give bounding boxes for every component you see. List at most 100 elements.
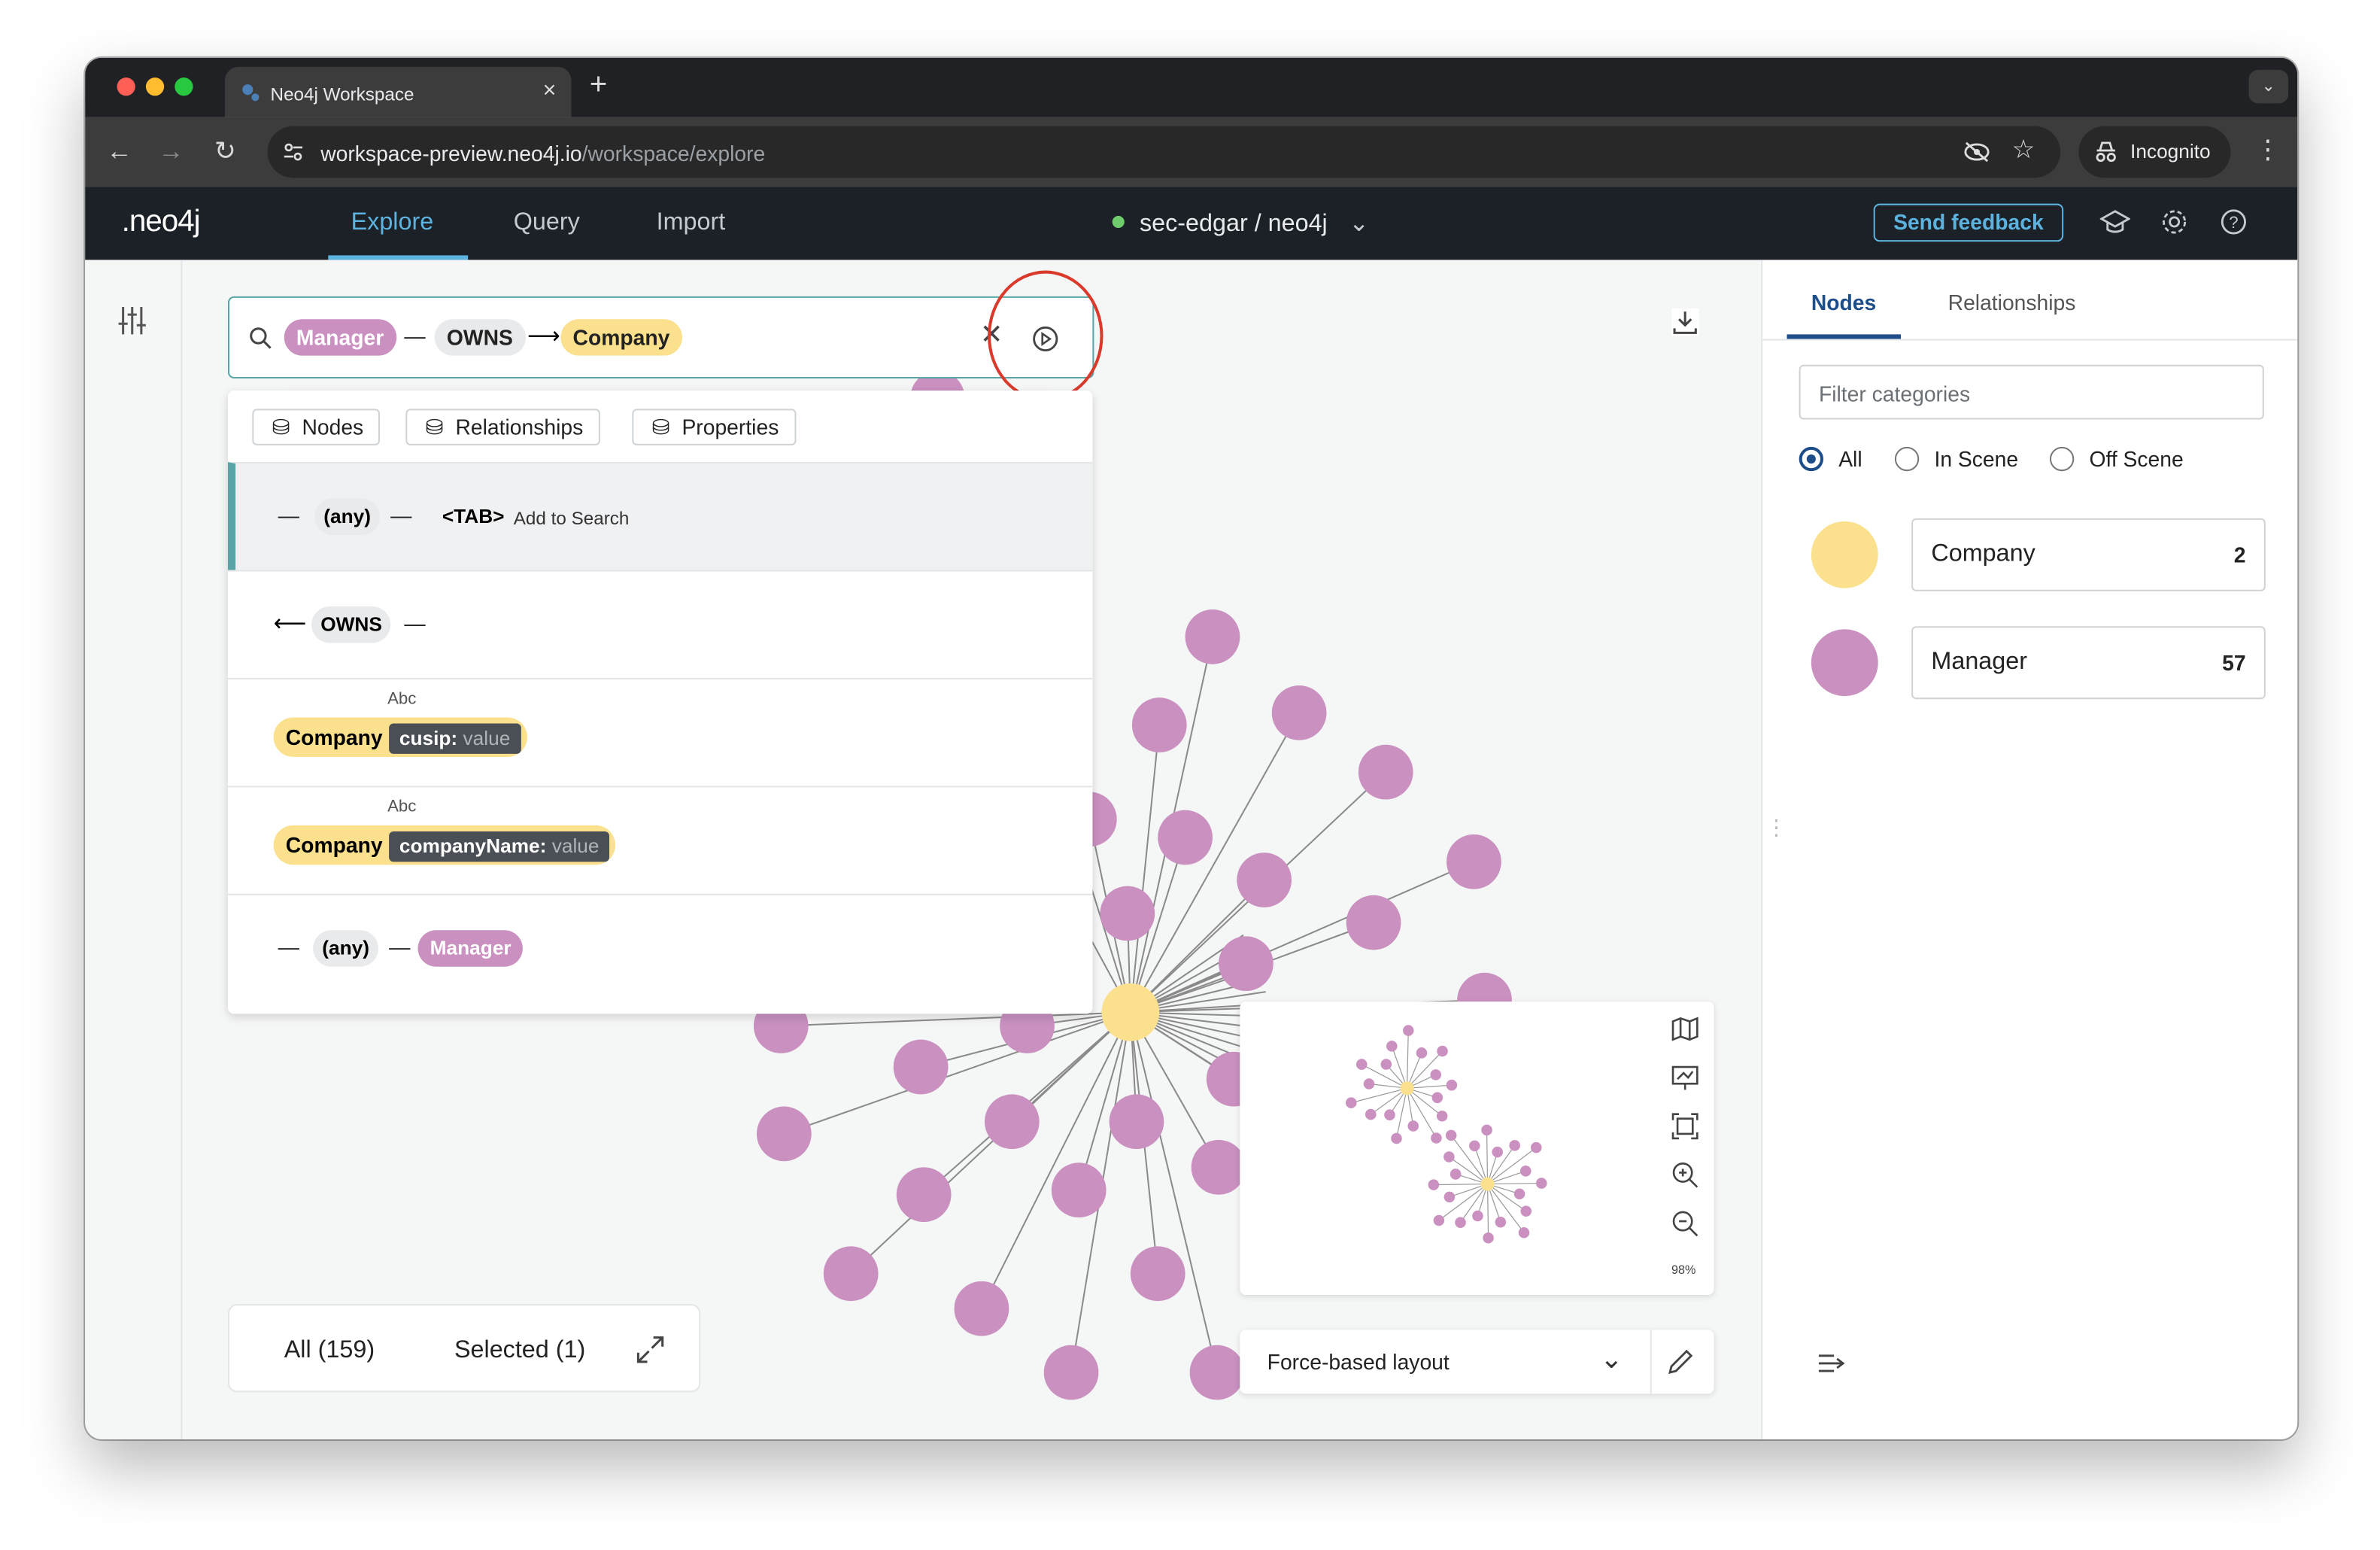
relationship-edge[interactable] [1129, 1012, 1219, 1373]
eye-off-icon[interactable] [1963, 140, 1990, 164]
category-manager[interactable]: Manager 57 [1911, 626, 2266, 700]
browser-menu-icon[interactable]: ⋮ [2255, 135, 2281, 166]
help-icon[interactable]: ? [2220, 208, 2247, 236]
radio-off-scene[interactable]: Off Scene [2049, 446, 2184, 472]
url-host: workspace-preview.neo4j.io [320, 141, 582, 166]
manager-node[interactable] [954, 1281, 1009, 1336]
manager-node[interactable] [896, 1167, 952, 1223]
filter-properties-button[interactable]: ⛁ Properties [632, 409, 796, 445]
manager-node[interactable] [1051, 1162, 1107, 1218]
url-path: /workspace/explore [581, 141, 766, 166]
browser-tab[interactable]: Neo4j Workspace × [224, 66, 572, 117]
left-rail [85, 260, 183, 1439]
tab-nodes[interactable]: Nodes [1811, 290, 1876, 315]
minimap-manager-node [1492, 1146, 1503, 1158]
bookmark-star-icon[interactable]: ☆ [2011, 135, 2035, 166]
new-tab-button[interactable]: + [590, 68, 608, 103]
manager-node[interactable] [1271, 685, 1327, 740]
download-icon[interactable] [1671, 308, 1699, 336]
manager-color-swatch[interactable] [1811, 629, 1878, 697]
search-relationship-owns[interactable]: OWNS [434, 319, 526, 356]
tab-explore[interactable]: Explore [351, 210, 434, 237]
site-info-icon[interactable] [283, 141, 304, 163]
sliders-icon[interactable] [118, 305, 146, 336]
layout-selector[interactable]: Force-based layout ⌄ [1240, 1330, 1714, 1394]
company-node[interactable] [1101, 983, 1160, 1041]
back-icon[interactable]: ← [106, 137, 132, 167]
close-tab-icon[interactable]: × [543, 78, 557, 103]
tab-relationships[interactable]: Relationships [1948, 290, 2076, 315]
minimap-manager-node [1436, 1110, 1448, 1122]
radio-all[interactable]: All [1799, 446, 1862, 472]
tab-search-button[interactable]: ⌄ [2248, 69, 2289, 104]
tab-query[interactable]: Query [514, 210, 580, 237]
company-color-swatch[interactable] [1811, 521, 1878, 588]
manager-node[interactable] [1189, 1345, 1245, 1400]
database-selector[interactable]: sec-edgar / neo4j ⌄ [1112, 208, 1369, 239]
graph-canvas[interactable]: Manager — OWNS ⟶ Company ✕ ⛁ Nodes ⛁ Relat… [182, 260, 1762, 1439]
reload-icon[interactable]: ↻ [214, 137, 236, 167]
tab-import[interactable]: Import [657, 210, 726, 237]
manager-node[interactable] [1237, 852, 1292, 907]
manager-node[interactable] [1109, 1094, 1164, 1150]
manager-node[interactable] [1043, 1345, 1099, 1400]
suggestion-any[interactable]: — (any) — <TAB> Add to Search [228, 462, 1093, 570]
resize-handle-icon[interactable]: ⋮ [1765, 816, 1787, 837]
edit-pencil-icon[interactable] [1667, 1348, 1694, 1375]
incognito-badge[interactable]: Incognito [2078, 126, 2231, 178]
map-icon[interactable] [1671, 1017, 1698, 1041]
category-company[interactable]: Company 2 [1911, 518, 2266, 591]
manager-node[interactable] [756, 1106, 812, 1162]
value-placeholder: value [463, 726, 511, 749]
manager-node[interactable] [893, 1039, 949, 1095]
manager-node[interactable] [1219, 936, 1273, 992]
maximize-window-button[interactable] [175, 78, 193, 96]
relationship-edge[interactable] [850, 1011, 1131, 1275]
minimize-window-button[interactable] [145, 78, 165, 96]
manager-node[interactable] [1130, 1246, 1185, 1302]
suggestion-any-manager[interactable]: — (any) — Manager [228, 893, 1093, 1002]
minimap[interactable]: 98% [1240, 1001, 1714, 1296]
suggestion-company-cusip[interactable]: Abc Company cusip: value [228, 677, 1093, 786]
browser-tab-bar: Neo4j Workspace × + ⌄ [85, 57, 2298, 117]
collapse-panel-icon[interactable] [1817, 1351, 1845, 1375]
zoom-out-icon[interactable] [1671, 1210, 1698, 1237]
selected-count[interactable]: Selected (1) [454, 1338, 585, 1365]
filter-nodes-button[interactable]: ⛁ Nodes [252, 409, 381, 445]
search-node-manager[interactable]: Manager [284, 319, 396, 356]
manager-node[interactable] [984, 1094, 1040, 1150]
filter-categories-input[interactable]: Filter categories [1799, 364, 2264, 420]
search-node-company[interactable]: Company [560, 319, 682, 356]
address-bar[interactable]: workspace-preview.neo4j.io/workspace/exp… [267, 126, 2061, 178]
expand-icon[interactable] [635, 1335, 665, 1365]
cusip-key: cusip: [399, 726, 458, 749]
manager-node[interactable] [1358, 744, 1413, 800]
zoom-in-icon[interactable] [1671, 1161, 1698, 1188]
pattern-dash: — [404, 324, 426, 348]
all-count[interactable]: All (159) [284, 1338, 375, 1365]
manager-node[interactable] [1158, 810, 1213, 865]
send-feedback-button[interactable]: Send feedback [1873, 203, 2064, 242]
forward-icon[interactable]: → [158, 137, 184, 167]
filter-relationships-button[interactable]: ⛁ Relationships [405, 409, 600, 445]
graduation-cap-icon[interactable] [2099, 208, 2131, 236]
minimap-manager-node [1345, 1097, 1357, 1108]
manager-node[interactable] [1131, 698, 1187, 752]
chevron-down-icon[interactable]: ⌄ [1600, 1344, 1623, 1375]
suggestion-owns[interactable]: ⟵ OWNS — [228, 570, 1093, 678]
manager-node[interactable] [1185, 609, 1240, 664]
manager-node[interactable] [1447, 834, 1501, 889]
close-window-button[interactable] [117, 78, 135, 96]
manager-node[interactable] [1191, 1140, 1246, 1195]
fit-to-screen-icon[interactable] [1671, 1113, 1698, 1140]
suggestion-company-name[interactable]: Abc Company companyName: value [228, 786, 1093, 894]
manager-node[interactable] [1100, 886, 1155, 941]
presentation-icon[interactable] [1671, 1064, 1698, 1091]
radio-in-scene[interactable]: In Scene [1894, 446, 2018, 472]
manager-node[interactable] [823, 1246, 879, 1302]
manager-node[interactable] [1346, 895, 1401, 950]
gear-icon[interactable] [2160, 208, 2187, 236]
search-bar[interactable]: Manager — OWNS ⟶ Company ✕ [228, 270, 1103, 402]
minimap-manager-node [1483, 1232, 1494, 1244]
minimap-manager-node [1386, 1041, 1398, 1052]
